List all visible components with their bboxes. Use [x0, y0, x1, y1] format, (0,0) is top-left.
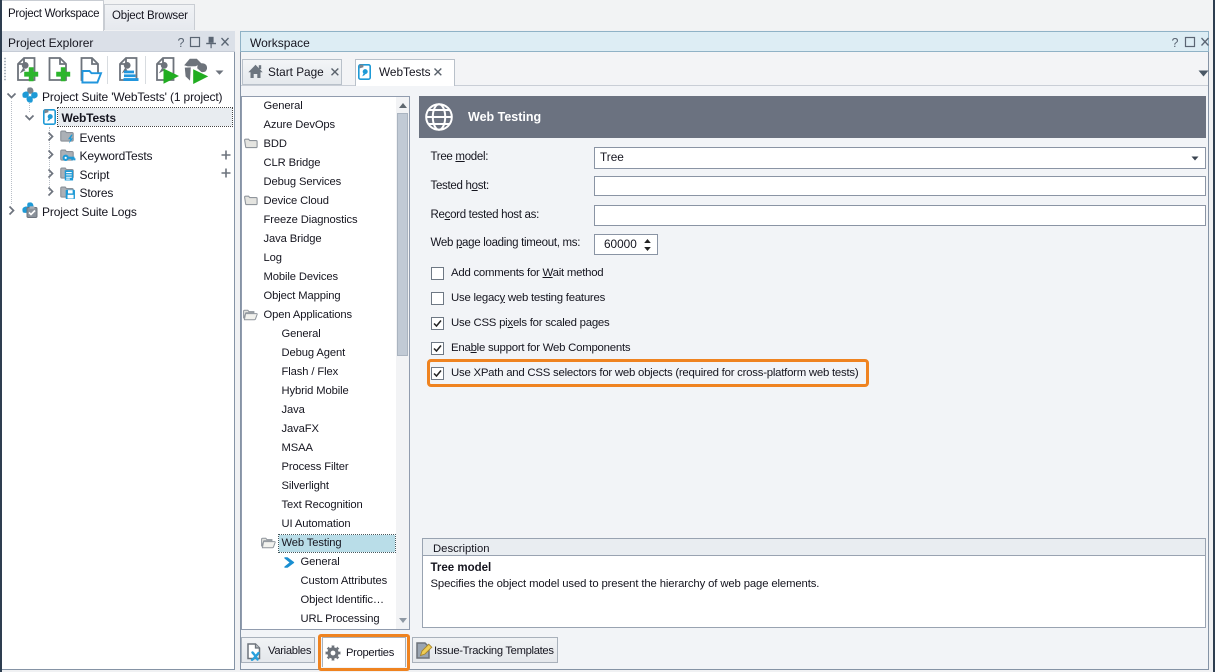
svg-text:?: ? — [178, 36, 185, 50]
svg-text:?: ? — [1172, 36, 1179, 50]
